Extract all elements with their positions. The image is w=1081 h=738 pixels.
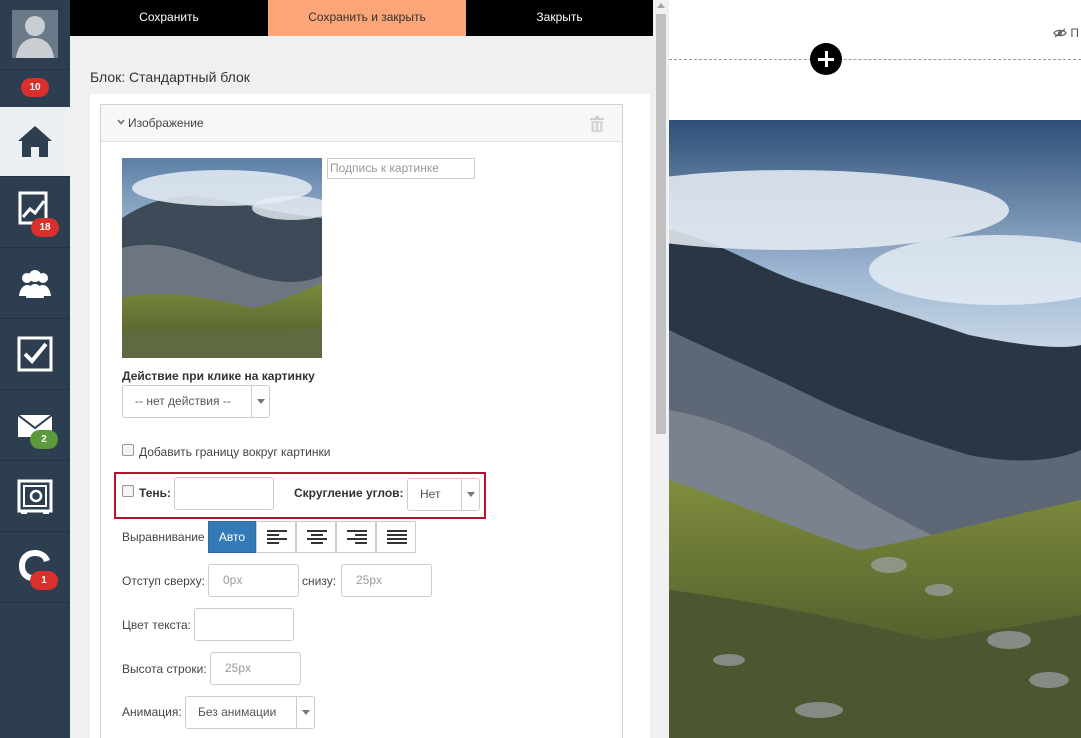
image-thumbnail[interactable]	[122, 158, 322, 358]
preview-image	[669, 120, 1081, 738]
chevron-down-icon	[296, 697, 314, 728]
chat-badge: 1	[30, 571, 58, 590]
users-icon	[19, 270, 51, 298]
chevron-down-icon	[117, 119, 125, 125]
align-center-icon	[307, 530, 327, 544]
sidebar-item-analytics[interactable]: 18	[0, 177, 70, 248]
home-icon	[18, 126, 52, 157]
chevron-down-icon	[251, 386, 269, 417]
align-center-button[interactable]	[296, 521, 336, 553]
sidebar-item-users[interactable]	[0, 248, 70, 319]
shadow-label: Тень:	[139, 486, 172, 500]
corner-value: Нет	[420, 487, 441, 501]
preview-toggle-label: П	[1070, 26, 1079, 40]
text-color-label: Цвет текста:	[122, 618, 192, 632]
editor-toolbar: Сохранить Сохранить и закрыть Закрыть	[70, 0, 653, 36]
sidebar-item-profile[interactable]	[0, 0, 70, 70]
line-height-label: Высота строки:	[122, 662, 207, 676]
add-block-divider	[669, 59, 1081, 60]
mail-badge: 2	[30, 430, 58, 449]
align-left-button[interactable]	[256, 521, 296, 553]
scroll-up-arrow-icon[interactable]	[657, 3, 665, 8]
add-block-button[interactable]	[810, 43, 842, 75]
section-title: Изображение	[128, 116, 204, 130]
alignment-label: Выравнивание	[122, 530, 205, 544]
text-color-input[interactable]	[194, 608, 294, 641]
animation-select[interactable]: Без анимации	[185, 696, 315, 729]
save-button[interactable]: Сохранить	[70, 0, 268, 36]
margin-top-input[interactable]: 0px	[208, 564, 299, 597]
align-left-icon	[267, 530, 287, 544]
avatar-icon	[12, 10, 58, 58]
animation-label: Анимация:	[122, 705, 182, 719]
animation-value: Без анимации	[198, 705, 277, 719]
click-action-value: -- нет действия --	[135, 394, 231, 408]
block-title: Блок: Стандартный блок	[90, 69, 250, 85]
click-action-label: Действие при клике на картинку	[122, 369, 315, 383]
margin-top-label: Отступ сверху:	[122, 574, 205, 588]
editor-panel: Блок: Стандартный блок Изображение Подпи…	[70, 36, 653, 738]
block-card: Изображение Подпись к картинке Действие …	[90, 94, 650, 738]
sidebar-item-tasks[interactable]	[0, 319, 70, 390]
preview-toggle[interactable]: П	[1053, 26, 1079, 40]
trash-icon[interactable]	[590, 116, 604, 132]
scrollbar-thumb[interactable]	[656, 14, 666, 434]
align-justify-button[interactable]	[376, 521, 416, 553]
corner-select[interactable]: Нет	[407, 478, 480, 511]
safe-gear-icon	[17, 479, 53, 514]
shadow-checkbox[interactable]	[122, 485, 134, 497]
analytics-badge: 18	[31, 218, 59, 237]
click-action-select[interactable]: -- нет действия --	[122, 385, 270, 418]
align-right-icon	[347, 530, 367, 544]
image-section: Изображение Подпись к картинке Действие …	[100, 104, 623, 738]
line-height-input[interactable]: 25px	[210, 652, 301, 685]
panel-scrollbar[interactable]	[653, 0, 669, 738]
checkbox-icon	[17, 336, 53, 372]
chevron-down-icon	[461, 479, 479, 510]
sidebar-item-home[interactable]	[0, 107, 70, 177]
corner-label: Скругление углов:	[294, 486, 404, 500]
notifications-badge: 10	[21, 78, 49, 97]
margin-bottom-label: снизу:	[302, 574, 337, 588]
sidebar-item-mail[interactable]: 2	[0, 390, 70, 461]
eye-icon	[1053, 28, 1067, 38]
align-justify-icon	[387, 530, 407, 544]
align-auto-button[interactable]: Авто	[208, 521, 256, 553]
sidebar-item-chat[interactable]: 1	[0, 532, 70, 603]
margin-bottom-input[interactable]: 25px	[341, 564, 432, 597]
image-section-header[interactable]: Изображение	[101, 105, 622, 142]
page-preview: П	[669, 0, 1081, 738]
sidebar-item-settings[interactable]	[0, 461, 70, 532]
close-button[interactable]: Закрыть	[466, 0, 653, 36]
sidebar: 10 18 2 1	[0, 0, 70, 738]
border-checkbox-label: Добавить границу вокруг картинки	[139, 445, 331, 459]
caption-input[interactable]: Подпись к картинке	[327, 158, 475, 179]
save-and-close-button[interactable]: Сохранить и закрыть	[268, 0, 466, 36]
shadow-input[interactable]	[174, 477, 274, 510]
align-right-button[interactable]	[336, 521, 376, 553]
border-checkbox[interactable]	[122, 444, 134, 456]
